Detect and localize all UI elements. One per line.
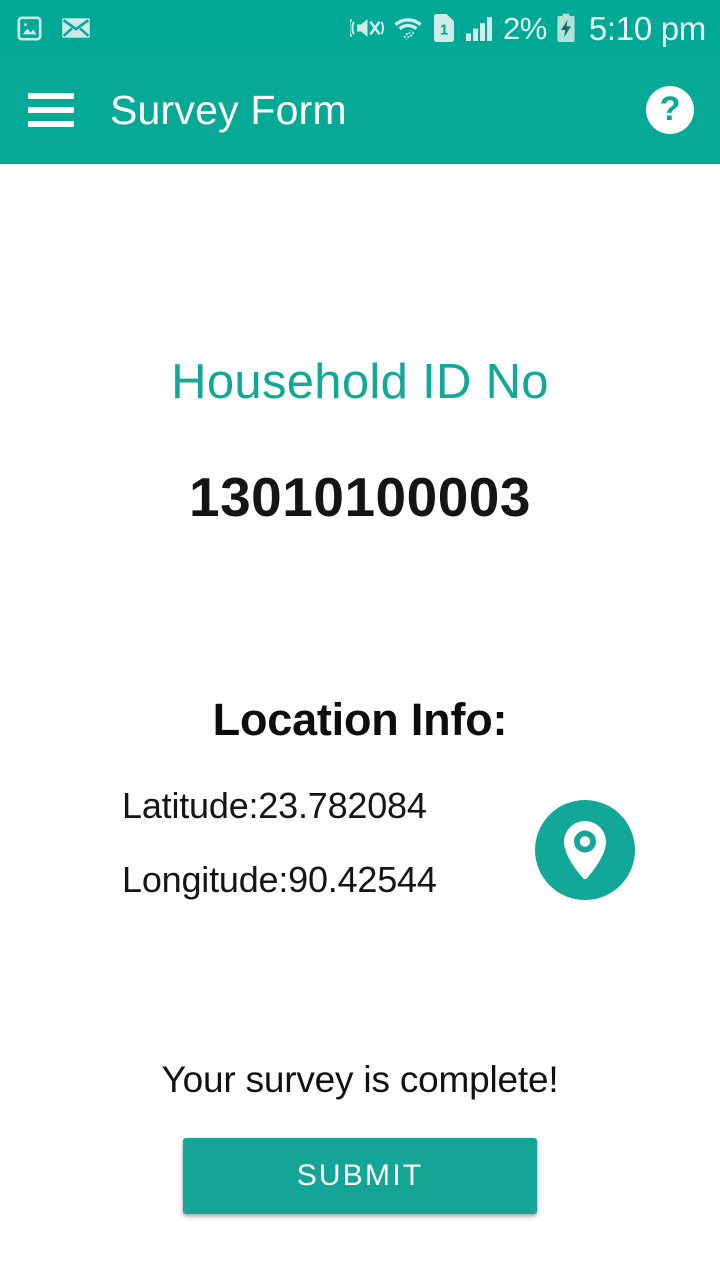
battery-percent-label: 2% [503, 10, 547, 46]
svg-text:1: 1 [440, 22, 448, 39]
hamburger-bar [28, 107, 74, 113]
app-screen: 1 2% 5:10 pm Survey Form ? Household ID … [0, 0, 720, 1280]
submit-button[interactable]: SUBMIT [183, 1138, 537, 1214]
main-content: Household ID No 13010100003 Location Inf… [0, 164, 720, 1280]
hamburger-menu-icon[interactable] [28, 93, 74, 127]
photo-icon [16, 15, 43, 42]
hamburger-bar [28, 121, 74, 127]
help-glyph: ? [659, 90, 681, 128]
map-pin-glyph [564, 821, 606, 880]
volume-mute-vibrate-icon [350, 14, 384, 42]
mail-icon [61, 16, 91, 40]
status-bar-right-icons: 1 2% 5:10 pm [350, 12, 706, 45]
location-info-block: Latitude:23.782084 Longitude:90.42544 [122, 788, 602, 898]
signal-bars-icon [465, 15, 494, 42]
location-info-heading: Location Info: [212, 694, 508, 745]
wifi-icon [393, 14, 423, 43]
longitude-row: Longitude:90.42544 [122, 859, 437, 900]
app-bar: Survey Form ? [0, 56, 720, 164]
status-bar: 1 2% 5:10 pm [0, 0, 720, 56]
page-title: Survey Form [110, 86, 347, 133]
sim-card-icon: 1 [432, 13, 456, 43]
latitude-row: Latitude:23.782084 [122, 785, 427, 826]
map-pin-icon[interactable] [535, 800, 635, 900]
household-id-value: 13010100003 [189, 466, 531, 528]
hamburger-bar [28, 93, 74, 99]
clock-label: 5:10 pm [588, 9, 706, 47]
help-question-icon[interactable]: ? [646, 86, 694, 134]
completion-message: Your survey is complete! [161, 1059, 559, 1100]
household-id-label: Household ID No [171, 355, 549, 409]
status-bar-left-icons [16, 15, 91, 42]
battery-charging-icon [556, 13, 576, 43]
